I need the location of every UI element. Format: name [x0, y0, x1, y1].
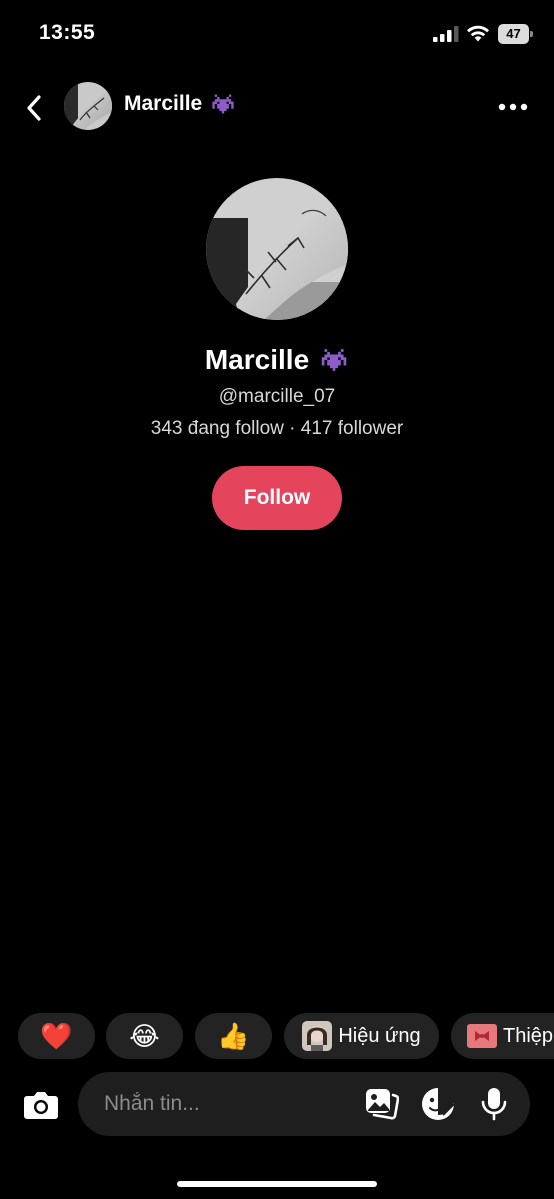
profile-name-text: Marcille — [204, 344, 310, 375]
header-title[interactable]: Marcille — [124, 92, 236, 116]
chat-header: Marcille — [0, 80, 554, 136]
camera-icon — [24, 1092, 58, 1119]
quick-replies: ❤️ 😂 👍 Hiệu ứng Thiệp — [18, 1013, 554, 1061]
message-box — [78, 1072, 530, 1136]
status-time: 13:55 — [39, 21, 96, 44]
quick-reply-thumbs-up[interactable]: 👍 — [195, 1013, 272, 1059]
gift-card-icon — [467, 1024, 497, 1048]
tears-of-joy-icon: 😂 — [129, 1021, 160, 1051]
microphone-icon — [481, 1088, 507, 1121]
profile-photo — [206, 178, 348, 320]
profile-handle: @marcille_07 — [218, 386, 336, 407]
alien-monster-icon — [321, 349, 347, 371]
back-button[interactable] — [16, 88, 52, 128]
sticker-icon — [422, 1088, 455, 1120]
status-bar: 13:55 47 — [0, 0, 554, 66]
more-horizontal-icon — [498, 103, 528, 111]
image-gallery-icon — [366, 1089, 399, 1120]
more-options-button[interactable] — [493, 92, 533, 122]
profile-follow-stats: 343 đang follow · 417 follower — [150, 418, 404, 439]
battery-level: 47 — [506, 26, 521, 41]
sticker-button[interactable] — [420, 1086, 456, 1122]
home-indicator[interactable] — [177, 1181, 377, 1187]
profile-name: Marcille — [0, 344, 554, 376]
chat-screen: 13:55 47 Marcille Marcille @marcille_07 … — [0, 0, 554, 1199]
effects-chip[interactable]: Hiệu ứng — [284, 1013, 439, 1059]
message-composer — [0, 1072, 554, 1138]
cellular-signal-icon — [433, 26, 459, 42]
quick-reply-laugh[interactable]: 😂 — [106, 1013, 183, 1059]
header-avatar[interactable] — [64, 82, 112, 130]
header-name-text: Marcille — [124, 92, 203, 115]
battery-icon: 47 — [498, 24, 534, 44]
effect-thumbnail — [302, 1021, 333, 1051]
profile-avatar[interactable] — [206, 178, 348, 320]
avatar-photo — [64, 82, 112, 130]
message-input[interactable] — [104, 1072, 354, 1136]
gallery-button[interactable] — [364, 1086, 400, 1122]
thumbs-up-icon: 👍 — [217, 1021, 250, 1051]
wifi-icon — [467, 25, 489, 42]
quick-reply-heart[interactable]: ❤️ — [18, 1013, 95, 1059]
profile-card: Marcille @marcille_07 343 đang follow · … — [0, 178, 554, 530]
cards-chip[interactable]: Thiệp — [451, 1013, 554, 1059]
red-heart-icon: ❤️ — [40, 1021, 73, 1051]
voice-button[interactable] — [476, 1086, 512, 1122]
effects-chip-label: Hiệu ứng — [338, 1024, 421, 1047]
cards-chip-label: Thiệp — [503, 1024, 554, 1047]
chevron-left-icon — [27, 95, 41, 121]
alien-monster-icon — [212, 94, 234, 114]
follow-button[interactable]: Follow — [212, 466, 342, 530]
camera-button[interactable] — [22, 1086, 60, 1124]
